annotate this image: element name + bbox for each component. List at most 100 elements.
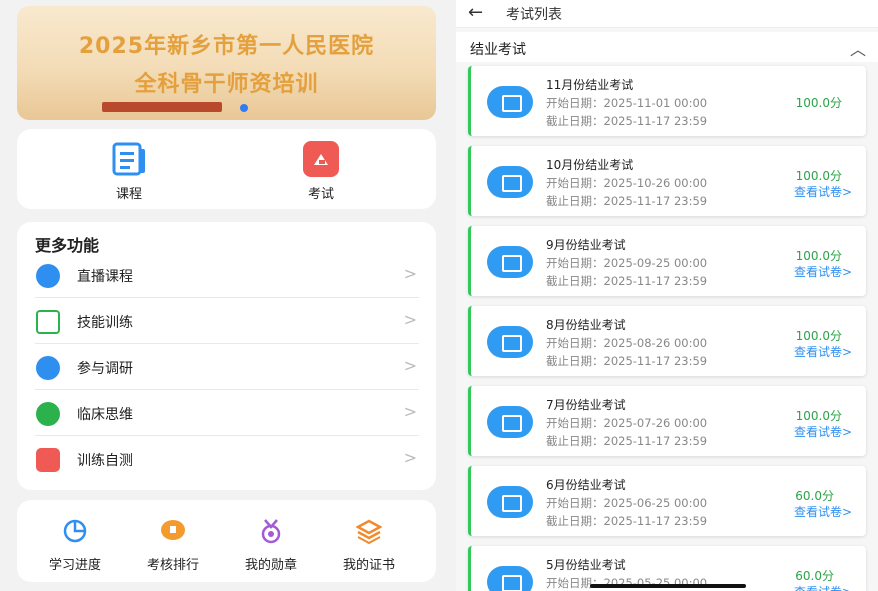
menu-item-label: 参与调研 (77, 361, 133, 377)
main-entry-card: 课程 考试 (17, 129, 436, 209)
exam-start-date: 开始日期：2025-06-25 00:00 (546, 496, 708, 510)
view-paper-link[interactable]: 查看试卷> (794, 423, 852, 440)
menu-item-label: 临床思维 (77, 407, 133, 423)
survey-icon (36, 356, 60, 380)
bulb-icon (36, 402, 60, 426)
exam-score: 60.0分 (795, 489, 834, 503)
ranking-entry[interactable]: 考核排行 (133, 518, 213, 573)
exam-score: 100.0分 (795, 329, 842, 343)
menu-item-self-test[interactable]: 训练自测 > (35, 436, 419, 482)
live-course-icon (36, 264, 60, 288)
medal-label: 我的勋章 (244, 558, 297, 573)
collapse-chevron-up-icon[interactable]: ︿ (850, 36, 866, 60)
exam-card-oct[interactable]: 10月份结业考试 开始日期：2025-10-26 00:00 截止日期：2025… (468, 146, 866, 216)
trophy-icon (160, 518, 186, 544)
exam-score: 100.0分 (795, 409, 842, 423)
medal-icon (258, 518, 284, 544)
exam-card-sep[interactable]: 9月份结业考试 开始日期：2025-09-25 00:00 截止日期：2025-… (468, 226, 866, 296)
menu-item-survey[interactable]: 参与调研 > (35, 344, 419, 390)
exam-card-jun[interactable]: 6月份结业考试 开始日期：2025-06-25 00:00 截止日期：2025-… (468, 466, 866, 536)
exam-start-date: 开始日期：2025-10-26 00:00 (546, 176, 708, 190)
banner-title-line1: 2025年新乡市第一人民医院 (78, 34, 375, 59)
exam-document-icon (487, 486, 533, 518)
back-arrow-icon[interactable]: ← (468, 2, 483, 23)
exam-end-date: 截止日期：2025-11-17 23:59 (546, 434, 708, 448)
exam-end-date: 截止日期：2025-11-17 23:59 (546, 274, 708, 288)
exam-start-date: 开始日期：2025-05-25 00:00 (546, 576, 708, 590)
self-test-icon (36, 448, 60, 472)
exam-label: 考试 (307, 187, 334, 202)
ranking-label: 考核排行 (146, 558, 199, 573)
training-banner[interactable]: 2025年新乡市第一人民医院 全科骨干师资培训 (17, 6, 436, 120)
exam-title: 6月份结业考试 (546, 478, 626, 492)
chevron-right-icon: > (403, 264, 417, 283)
home-indicator-bar (590, 584, 746, 588)
study-progress-label: 学习进度 (48, 558, 101, 573)
bottom-shortcut-card: 学习进度 考核排行 我的勋章 我的证书 (17, 500, 436, 582)
skill-calendar-icon (36, 310, 60, 334)
exam-score: 100.0分 (795, 249, 842, 263)
exam-card-jul[interactable]: 7月份结业考试 开始日期：2025-07-26 00:00 截止日期：2025-… (468, 386, 866, 456)
view-paper-link[interactable]: 查看试卷> (794, 263, 852, 280)
certificate-label: 我的证书 (342, 558, 395, 573)
study-progress-entry[interactable]: 学习进度 (35, 518, 115, 573)
exam-start-date: 开始日期：2025-09-25 00:00 (546, 256, 708, 270)
exam-document-icon (487, 86, 533, 118)
exam-title: 11月份结业考试 (546, 78, 634, 92)
exam-title: 7月份结业考试 (546, 398, 626, 412)
exam-end-date: 截止日期：2025-11-17 23:59 (546, 514, 708, 528)
view-paper-link[interactable]: 查看试卷> (794, 183, 852, 200)
chevron-right-icon: > (403, 356, 417, 375)
banner-title-line2: 全科骨干师资培训 (134, 72, 319, 97)
course-entry[interactable]: 课程 (89, 141, 169, 202)
exam-document-icon (487, 246, 533, 278)
course-book-icon (111, 141, 147, 177)
certificate-layers-icon (355, 518, 383, 545)
page-title: 考试列表 (506, 7, 562, 23)
menu-item-clinical-thinking[interactable]: 临床思维 > (35, 390, 419, 436)
view-paper-link[interactable]: 查看试卷> (794, 503, 852, 520)
view-paper-link[interactable]: 查看试卷> (794, 343, 852, 360)
certificate-entry[interactable]: 我的证书 (329, 518, 409, 573)
more-functions-card: 更多功能 直播课程 > 技能训练 > 参与调研 > 临床思维 > 训练自测 > (17, 222, 436, 490)
exam-document-icon (487, 566, 533, 591)
exam-start-date: 开始日期：2025-08-26 00:00 (546, 336, 708, 350)
exam-card-aug[interactable]: 8月份结业考试 开始日期：2025-08-26 00:00 截止日期：2025-… (468, 306, 866, 376)
exam-end-date: 截止日期：2025-11-17 23:59 (546, 354, 708, 368)
exam-score: 100.0分 (795, 169, 842, 183)
exam-title: 9月份结业考试 (546, 238, 626, 252)
menu-item-label: 直播课程 (77, 269, 133, 285)
chevron-right-icon: > (403, 310, 417, 329)
exam-card-nov[interactable]: 11月份结业考试 开始日期：2025-11-01 00:00 截止日期：2025… (468, 66, 866, 136)
exam-title: 8月份结业考试 (546, 318, 626, 332)
exam-pen-icon (303, 141, 339, 177)
top-navigation-bar: ← 考试列表 (456, 0, 878, 28)
banner-page-indicator (240, 104, 248, 112)
exam-title: 5月份结业考试 (546, 558, 626, 572)
exam-score: 60.0分 (795, 569, 834, 583)
exam-end-date: 截止日期：2025-11-17 23:59 (546, 114, 708, 128)
medal-entry[interactable]: 我的勋章 (231, 518, 311, 573)
exam-entry[interactable]: 考试 (281, 141, 361, 202)
menu-item-live-course[interactable]: 直播课程 > (35, 252, 419, 298)
view-paper-link[interactable]: 查看试卷> (794, 583, 852, 591)
chevron-right-icon: > (403, 448, 417, 467)
exam-start-date: 开始日期：2025-11-01 00:00 (546, 96, 708, 110)
exam-end-date: 截止日期：2025-11-17 23:59 (546, 194, 708, 208)
menu-item-skill-training[interactable]: 技能训练 > (35, 298, 419, 344)
home-panel: 2025年新乡市第一人民医院 全科骨干师资培训 课程 考试 更多功能 直播课程 … (0, 0, 453, 591)
menu-item-label: 训练自测 (77, 453, 133, 469)
exam-document-icon (487, 406, 533, 438)
exam-title: 10月份结业考试 (546, 158, 634, 172)
exam-start-date: 开始日期：2025-07-26 00:00 (546, 416, 708, 430)
chevron-right-icon: > (403, 402, 417, 421)
exam-list-panel: ← 考试列表 结业考试 ︿ 11月份结业考试 开始日期：2025-11-01 0… (456, 0, 878, 591)
section-header-graduation-exam[interactable]: 结业考试 ︿ (456, 32, 878, 62)
exam-document-icon (487, 166, 533, 198)
exam-score: 100.0分 (795, 96, 842, 110)
progress-pie-icon (62, 518, 88, 544)
exam-document-icon (487, 326, 533, 358)
screen: 2025年新乡市第一人民医院 全科骨干师资培训 课程 考试 更多功能 直播课程 … (0, 0, 878, 591)
banner-book-decoration (102, 102, 222, 112)
section-title: 结业考试 (470, 42, 526, 58)
